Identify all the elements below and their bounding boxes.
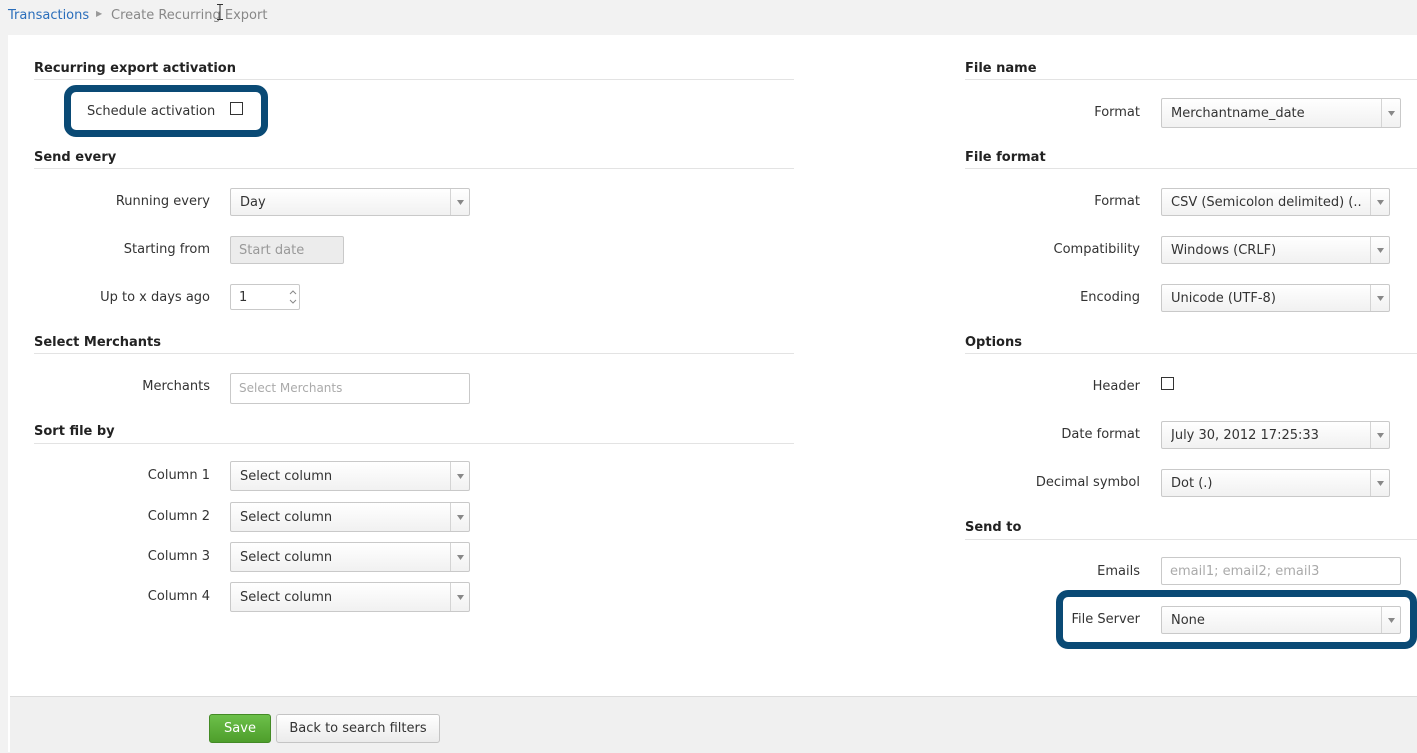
starting-from-label: Starting from [123,242,210,257]
date-format-value: July 30, 2012 17:25:33 [1171,428,1319,443]
section-title-merchants: Select Merchants [34,335,162,350]
column-1-value: Select column [240,469,333,484]
schedule-activation-label: Schedule activation [87,104,216,119]
chevron-down-icon [1370,189,1389,215]
chevron-down-icon [450,503,469,531]
text-cursor-icon [217,4,223,20]
section-title-options: Options [965,335,1022,350]
file-server-select[interactable]: None [1161,606,1401,634]
compatibility-select[interactable]: Windows (CRLF) [1161,236,1390,264]
schedule-activation-checkbox[interactable] [230,102,243,115]
starting-from-date-input[interactable]: Start date [230,236,344,264]
column-2-label: Column 2 [147,509,210,524]
chevron-down-icon [450,543,469,571]
chevron-down-icon [1370,237,1389,263]
divider [34,443,794,444]
file-server-label: File Server [1071,612,1140,627]
running-every-select[interactable]: Day [230,188,470,216]
chevron-down-icon [1370,470,1389,496]
chevron-down-icon [1370,285,1389,311]
breadcrumb-separator-icon: ▶ [96,9,103,18]
file-format-select[interactable]: CSV (Semicolon delimited) (... [1161,188,1390,216]
column-4-label: Column 4 [147,589,210,604]
merchants-input[interactable]: Select Merchants [230,373,470,404]
breadcrumb-transactions-link[interactable]: Transactions [8,8,89,23]
file-format-value: CSV (Semicolon delimited) (... [1171,195,1361,210]
file-name-format-select[interactable]: Merchantname_date [1161,98,1401,128]
compatibility-label: Compatibility [1053,242,1141,257]
column-3-value: Select column [240,550,333,565]
days-ago-stepper[interactable]: 1 [230,284,300,310]
date-format-label: Date format [1061,427,1140,442]
chevron-down-icon [450,189,469,215]
column-1-select[interactable]: Select column [230,461,470,491]
section-title-file-name: File name [965,61,1037,76]
column-4-select[interactable]: Select column [230,582,470,612]
header-label: Header [1092,379,1140,394]
compatibility-value: Windows (CRLF) [1171,243,1277,258]
chevron-down-icon [1370,422,1389,448]
divider [34,353,794,354]
starting-from-placeholder: Start date [239,243,305,258]
divider [965,79,1417,80]
back-to-search-filters-button[interactable]: Back to search filters [276,714,440,743]
encoding-label: Encoding [1080,290,1140,305]
section-title-activation: Recurring export activation [34,61,236,76]
column-2-select[interactable]: Select column [230,502,470,532]
save-button[interactable]: Save [209,714,271,743]
section-title-send-to: Send to [965,520,1022,535]
section-title-send-every: Send every [34,150,117,165]
merchants-label: Merchants [142,379,210,394]
days-ago-label: Up to x days ago [100,290,210,305]
column-2-value: Select column [240,510,333,525]
stepper-arrows-icon[interactable] [287,285,299,309]
breadcrumb-current: Create Recurring Export [111,8,268,23]
decimal-symbol-select[interactable]: Dot (.) [1161,469,1390,497]
divider [34,79,794,80]
section-title-sort: Sort file by [34,424,115,439]
chevron-down-icon [450,583,469,611]
emails-placeholder: email1; email2; email3 [1170,564,1320,579]
file-name-format-label: Format [1094,105,1140,120]
chevron-down-icon [1381,607,1400,633]
chevron-down-icon [450,462,469,490]
column-3-label: Column 3 [147,549,210,564]
section-title-file-format: File format [965,150,1046,165]
divider [965,353,1417,354]
column-4-value: Select column [240,590,333,605]
date-format-select[interactable]: July 30, 2012 17:25:33 [1161,421,1390,449]
chevron-down-icon [1381,99,1400,127]
running-every-value: Day [240,195,266,210]
emails-input[interactable]: email1; email2; email3 [1161,557,1401,585]
file-format-label: Format [1094,194,1140,209]
decimal-symbol-value: Dot (.) [1171,476,1213,491]
encoding-select[interactable]: Unicode (UTF-8) [1161,284,1390,312]
column-1-label: Column 1 [147,468,210,483]
header-checkbox[interactable] [1161,377,1174,390]
days-ago-value: 1 [239,290,248,305]
divider [34,168,794,169]
encoding-value: Unicode (UTF-8) [1171,291,1276,306]
divider [965,539,1417,540]
decimal-symbol-label: Decimal symbol [1035,475,1140,490]
file-server-value: None [1171,613,1205,628]
emails-label: Emails [1097,564,1140,579]
merchants-placeholder: Select Merchants [239,381,343,395]
divider [965,168,1417,169]
file-name-format-value: Merchantname_date [1171,106,1305,121]
running-every-label: Running every [115,194,210,209]
column-3-select[interactable]: Select column [230,542,470,572]
